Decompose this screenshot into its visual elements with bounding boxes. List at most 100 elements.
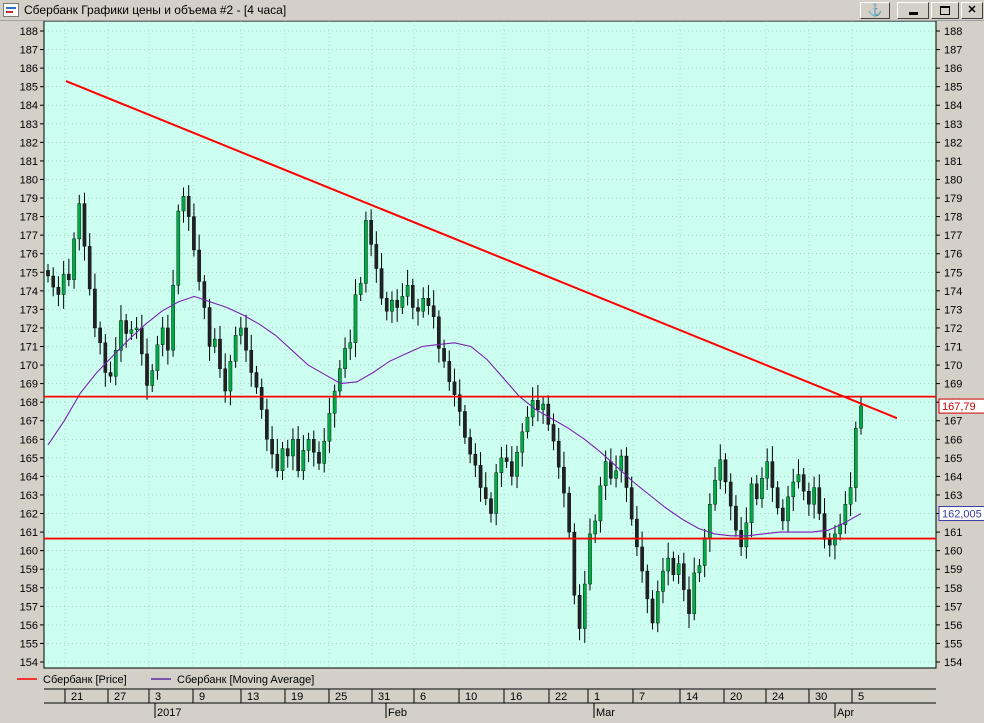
candle-body — [520, 431, 525, 453]
y-tick-label-right: 175 — [944, 267, 962, 279]
price-badge: 167,79 — [942, 401, 976, 413]
candle-body — [322, 440, 327, 464]
y-tick-label-right: 160 — [944, 546, 962, 558]
candle-body — [697, 565, 702, 574]
x-day-label: 19 — [291, 691, 303, 703]
candle-body — [384, 298, 389, 312]
y-tick-label-left: 157 — [20, 601, 38, 613]
candle-body — [499, 457, 504, 473]
y-tick-label-right: 182 — [944, 137, 962, 149]
candle-body — [98, 327, 102, 343]
y-tick-label-left: 159 — [20, 564, 38, 576]
price-chart[interactable]: 154 154155 155156 156157 157158 158159 159160 1… — [0, 20, 984, 719]
candle-body — [171, 285, 175, 351]
minimize-button[interactable] — [897, 2, 929, 19]
candle-body — [233, 335, 238, 362]
candle-body — [348, 342, 353, 349]
y-tick-label-left: 161 — [20, 527, 38, 539]
candle-body — [416, 307, 420, 312]
x-day-label: 21 — [71, 691, 83, 703]
candle-body — [145, 353, 149, 386]
x-day-label: 22 — [555, 691, 567, 703]
candle-body — [494, 472, 498, 514]
candle-body — [713, 479, 717, 505]
y-tick-label-left: 162 — [20, 509, 38, 521]
candle-body — [661, 570, 665, 592]
minimize-icon — [908, 12, 918, 15]
candle-body — [619, 455, 624, 472]
y-tick-label-right: 183 — [944, 119, 962, 131]
candle-body — [353, 294, 358, 343]
candle-body — [640, 546, 644, 572]
candle-body — [93, 288, 97, 329]
candle-body — [598, 485, 603, 522]
candle-body — [160, 327, 165, 345]
candle-body — [181, 195, 186, 212]
y-tick-label-left: 171 — [20, 342, 38, 354]
candle-body — [478, 465, 483, 488]
plot-area[interactable] — [43, 20, 937, 669]
candle-body — [593, 520, 598, 535]
candle-body — [801, 474, 806, 492]
candle-body — [655, 591, 660, 624]
candle-body — [390, 299, 394, 312]
candle-body — [452, 381, 457, 395]
candle-body — [82, 203, 87, 247]
candle-body — [629, 487, 634, 520]
candle-body — [223, 368, 227, 392]
candle-body — [483, 487, 488, 499]
y-tick-label-right: 157 — [944, 601, 962, 613]
candle-body — [650, 598, 655, 624]
candle-body — [676, 563, 681, 575]
candle-body — [239, 327, 243, 336]
candle-body — [609, 461, 613, 479]
candle-body — [468, 437, 472, 455]
y-tick-label-right: 156 — [944, 620, 962, 632]
candle-body — [796, 474, 801, 483]
maximize-button[interactable] — [931, 2, 959, 19]
y-tick-label-left: 160 — [20, 546, 38, 558]
candle-body — [859, 405, 863, 429]
y-tick-label-right: 164 — [944, 471, 962, 483]
candle-body — [807, 491, 811, 505]
candle-body — [525, 416, 530, 433]
candle-body — [212, 338, 217, 347]
chart-area[interactable]: 154 154 155 155 156 156 157 157 158 158 159 159 160 1… — [0, 20, 984, 719]
candle-body — [645, 570, 650, 600]
y-tick-label-left: 185 — [20, 82, 38, 94]
candle-body — [437, 316, 441, 349]
candle-body — [582, 583, 587, 629]
candle-body — [838, 524, 842, 535]
candle-body — [723, 459, 728, 483]
candle-body — [614, 470, 618, 479]
candle-body — [489, 498, 493, 514]
candle-body — [687, 589, 691, 614]
candle-body — [61, 273, 66, 295]
candle-body — [562, 466, 566, 494]
anchor-button[interactable]: ⚓ — [860, 2, 890, 19]
x-day-label: 20 — [730, 691, 742, 703]
x-day-label: 16 — [510, 691, 522, 703]
candle-body — [853, 427, 858, 488]
candle-body — [588, 533, 592, 585]
title-bar[interactable]: Сбербанк Графики цены и объема #2 - [4 ч… — [0, 0, 984, 21]
x-day-label: 1 — [594, 691, 600, 703]
y-tick-label-left: 154 — [20, 657, 38, 669]
y-tick-label-right: 165 — [944, 453, 962, 465]
close-button[interactable]: ✕ — [961, 2, 983, 19]
candle-body — [546, 403, 551, 425]
candle-body — [395, 299, 399, 308]
x-day-label: 7 — [639, 691, 645, 703]
candle-body — [259, 387, 264, 410]
y-tick-label-left: 188 — [20, 26, 38, 38]
y-tick-label-left: 166 — [20, 434, 38, 446]
candle-body — [218, 338, 222, 369]
y-tick-label-left: 163 — [20, 490, 38, 502]
x-day-label: 25 — [335, 691, 347, 703]
y-tick-label-right: 186 — [944, 63, 962, 75]
candle-body — [166, 327, 170, 351]
x-day-label: 10 — [465, 691, 477, 703]
y-tick-label-left: 180 — [20, 174, 38, 186]
candle-body — [556, 440, 561, 468]
y-tick-label-left: 168 — [20, 397, 38, 409]
